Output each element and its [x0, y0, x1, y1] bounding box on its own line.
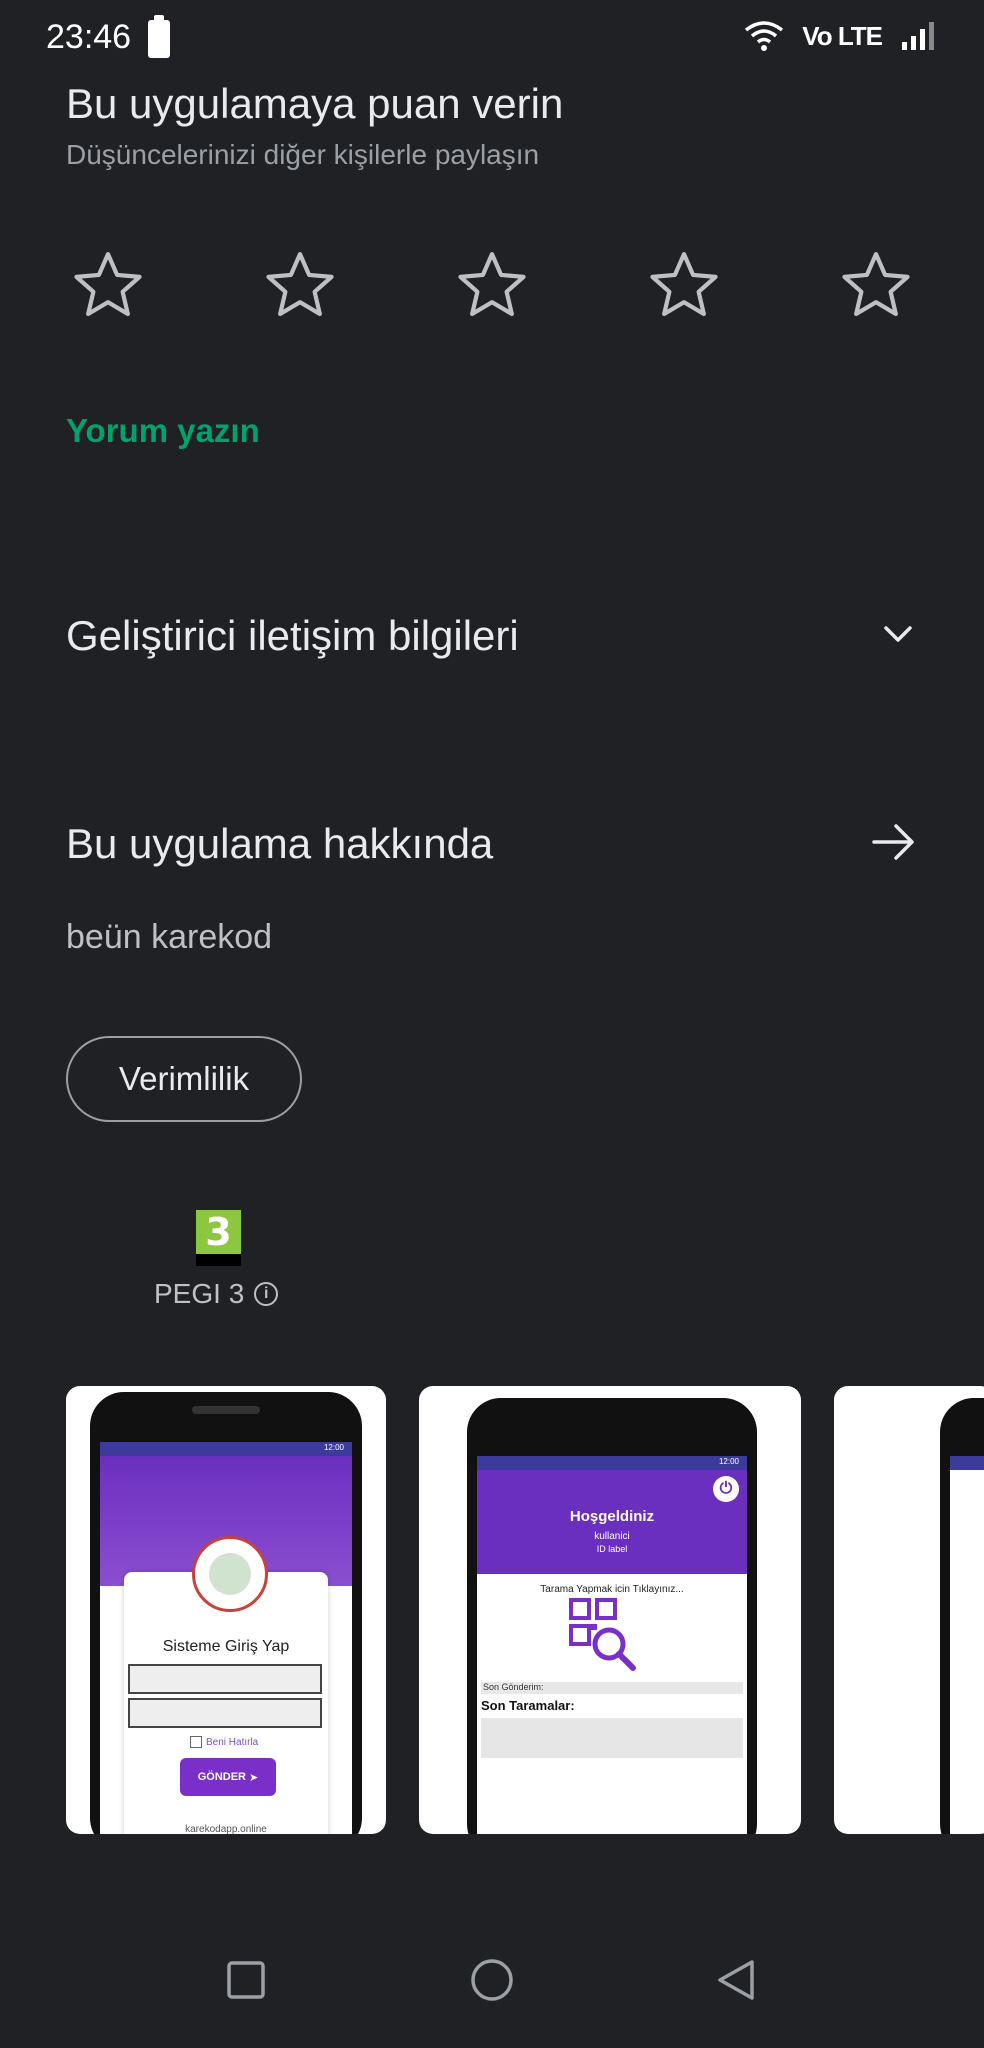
screenshot-carousel[interactable]: 12:00 Sisteme Giriş Yap Beni Hatırla GÖN… — [0, 1386, 984, 1836]
mock-scan-list — [481, 1718, 743, 1758]
qr-search-icon — [569, 1598, 636, 1671]
content-rating: PEGI 3 i — [154, 1278, 279, 1310]
recents-button[interactable] — [216, 1950, 276, 2010]
app-description: beün karekod — [66, 918, 273, 956]
rate-app-subtitle: Düşüncelerinizi diğer kişilerle paylaşın — [66, 139, 540, 170]
write-review-link[interactable]: Yorum yazın — [66, 412, 260, 450]
screenshot-1[interactable]: 12:00 Sisteme Giriş Yap Beni Hatırla GÖN… — [66, 1386, 386, 1834]
battery-icon — [148, 15, 170, 58]
signal-icon — [900, 20, 936, 52]
chevron-down-icon — [878, 614, 918, 659]
mock-scan-prompt: Tarama Yapmak icin Tıklayınız... — [540, 1584, 684, 1595]
mock-welcome-header: ⏻ Hoşgeldiniz kullanici ID label — [477, 1470, 747, 1574]
volte-indicator: Vo LTE — [802, 20, 883, 51]
mock-id-label: ID label — [596, 1544, 628, 1554]
developer-contact-title: Geliştirici iletişim bilgileri — [66, 612, 519, 659]
mock-username-field — [128, 1664, 322, 1694]
mock-last-sent: Son Gönderim: — [481, 1682, 743, 1694]
star-4-icon[interactable] — [642, 246, 726, 324]
system-navigation-bar — [0, 1930, 984, 2048]
mock-password-field — [128, 1698, 322, 1728]
mock-remember-label: Beni Hatırla — [206, 1736, 259, 1748]
rate-app-title: Bu uygulamaya puan verin — [66, 80, 564, 127]
pegi-icon: 3 — [196, 1210, 241, 1266]
status-icons: Vo LTE — [744, 20, 936, 52]
screenshot-2[interactable]: 12:00 ⏻ Hoşgeldiniz kullanici ID label T… — [419, 1386, 801, 1834]
mock-welcome: Hoşgeldiniz — [569, 1508, 655, 1525]
phone-screen: 12:00 Sisteme Giriş Yap Beni Hatırla GÖN… — [100, 1442, 352, 1834]
university-logo — [192, 1536, 268, 1612]
star-3-icon[interactable] — [450, 246, 534, 324]
mock-status-time: 12:00 — [323, 1443, 344, 1452]
screenshot-3[interactable] — [834, 1386, 984, 1834]
mock-url: karekodapp.online — [185, 1824, 267, 1834]
star-5-icon[interactable] — [834, 246, 918, 324]
pegi-badge-number: 3 — [196, 1210, 241, 1254]
info-icon[interactable]: i — [254, 1282, 279, 1306]
home-button[interactable] — [462, 1950, 522, 2010]
about-app-title: Bu uygulama hakkında — [66, 820, 494, 867]
phone-frame: 12:00 ⏻ Hoşgeldiniz kullanici ID label T… — [467, 1398, 757, 1834]
mock-login-title: Sisteme Giriş Yap — [162, 1638, 290, 1655]
square-icon — [227, 1961, 265, 1999]
pegi-label: PEGI 3 — [154, 1278, 245, 1309]
wifi-icon — [744, 20, 784, 52]
mock-user: kullanici — [594, 1531, 630, 1542]
star-1-icon[interactable] — [66, 246, 150, 324]
category-chip[interactable]: Verimlilik — [66, 1036, 302, 1122]
triangle-back-icon — [718, 1960, 754, 2000]
circle-icon — [471, 1959, 513, 2001]
status-time: 23:46 — [46, 18, 132, 56]
phone-frame: 12:00 Sisteme Giriş Yap Beni Hatırla GÖN… — [90, 1392, 362, 1834]
phone-screen: 12:00 ⏻ Hoşgeldiniz kullanici ID label T… — [477, 1456, 747, 1834]
star-rating — [66, 246, 918, 324]
about-app-section[interactable]: Bu uygulama hakkında — [66, 814, 918, 874]
developer-contact-section[interactable]: Geliştirici iletişim bilgileri — [66, 606, 918, 666]
mock-send-button: GÖNDER ➤ — [180, 1758, 276, 1796]
back-button[interactable] — [706, 1950, 766, 2010]
mock-status-time: 12:00 — [718, 1457, 739, 1466]
mock-last-scans: Son Taramalar: — [481, 1698, 575, 1713]
star-2-icon[interactable] — [258, 246, 342, 324]
logout-icon: ⏻ — [713, 1476, 739, 1502]
arrow-right-icon — [870, 818, 918, 871]
status-bar: 23:46 Vo LTE — [0, 0, 984, 84]
phone-frame — [940, 1398, 984, 1834]
